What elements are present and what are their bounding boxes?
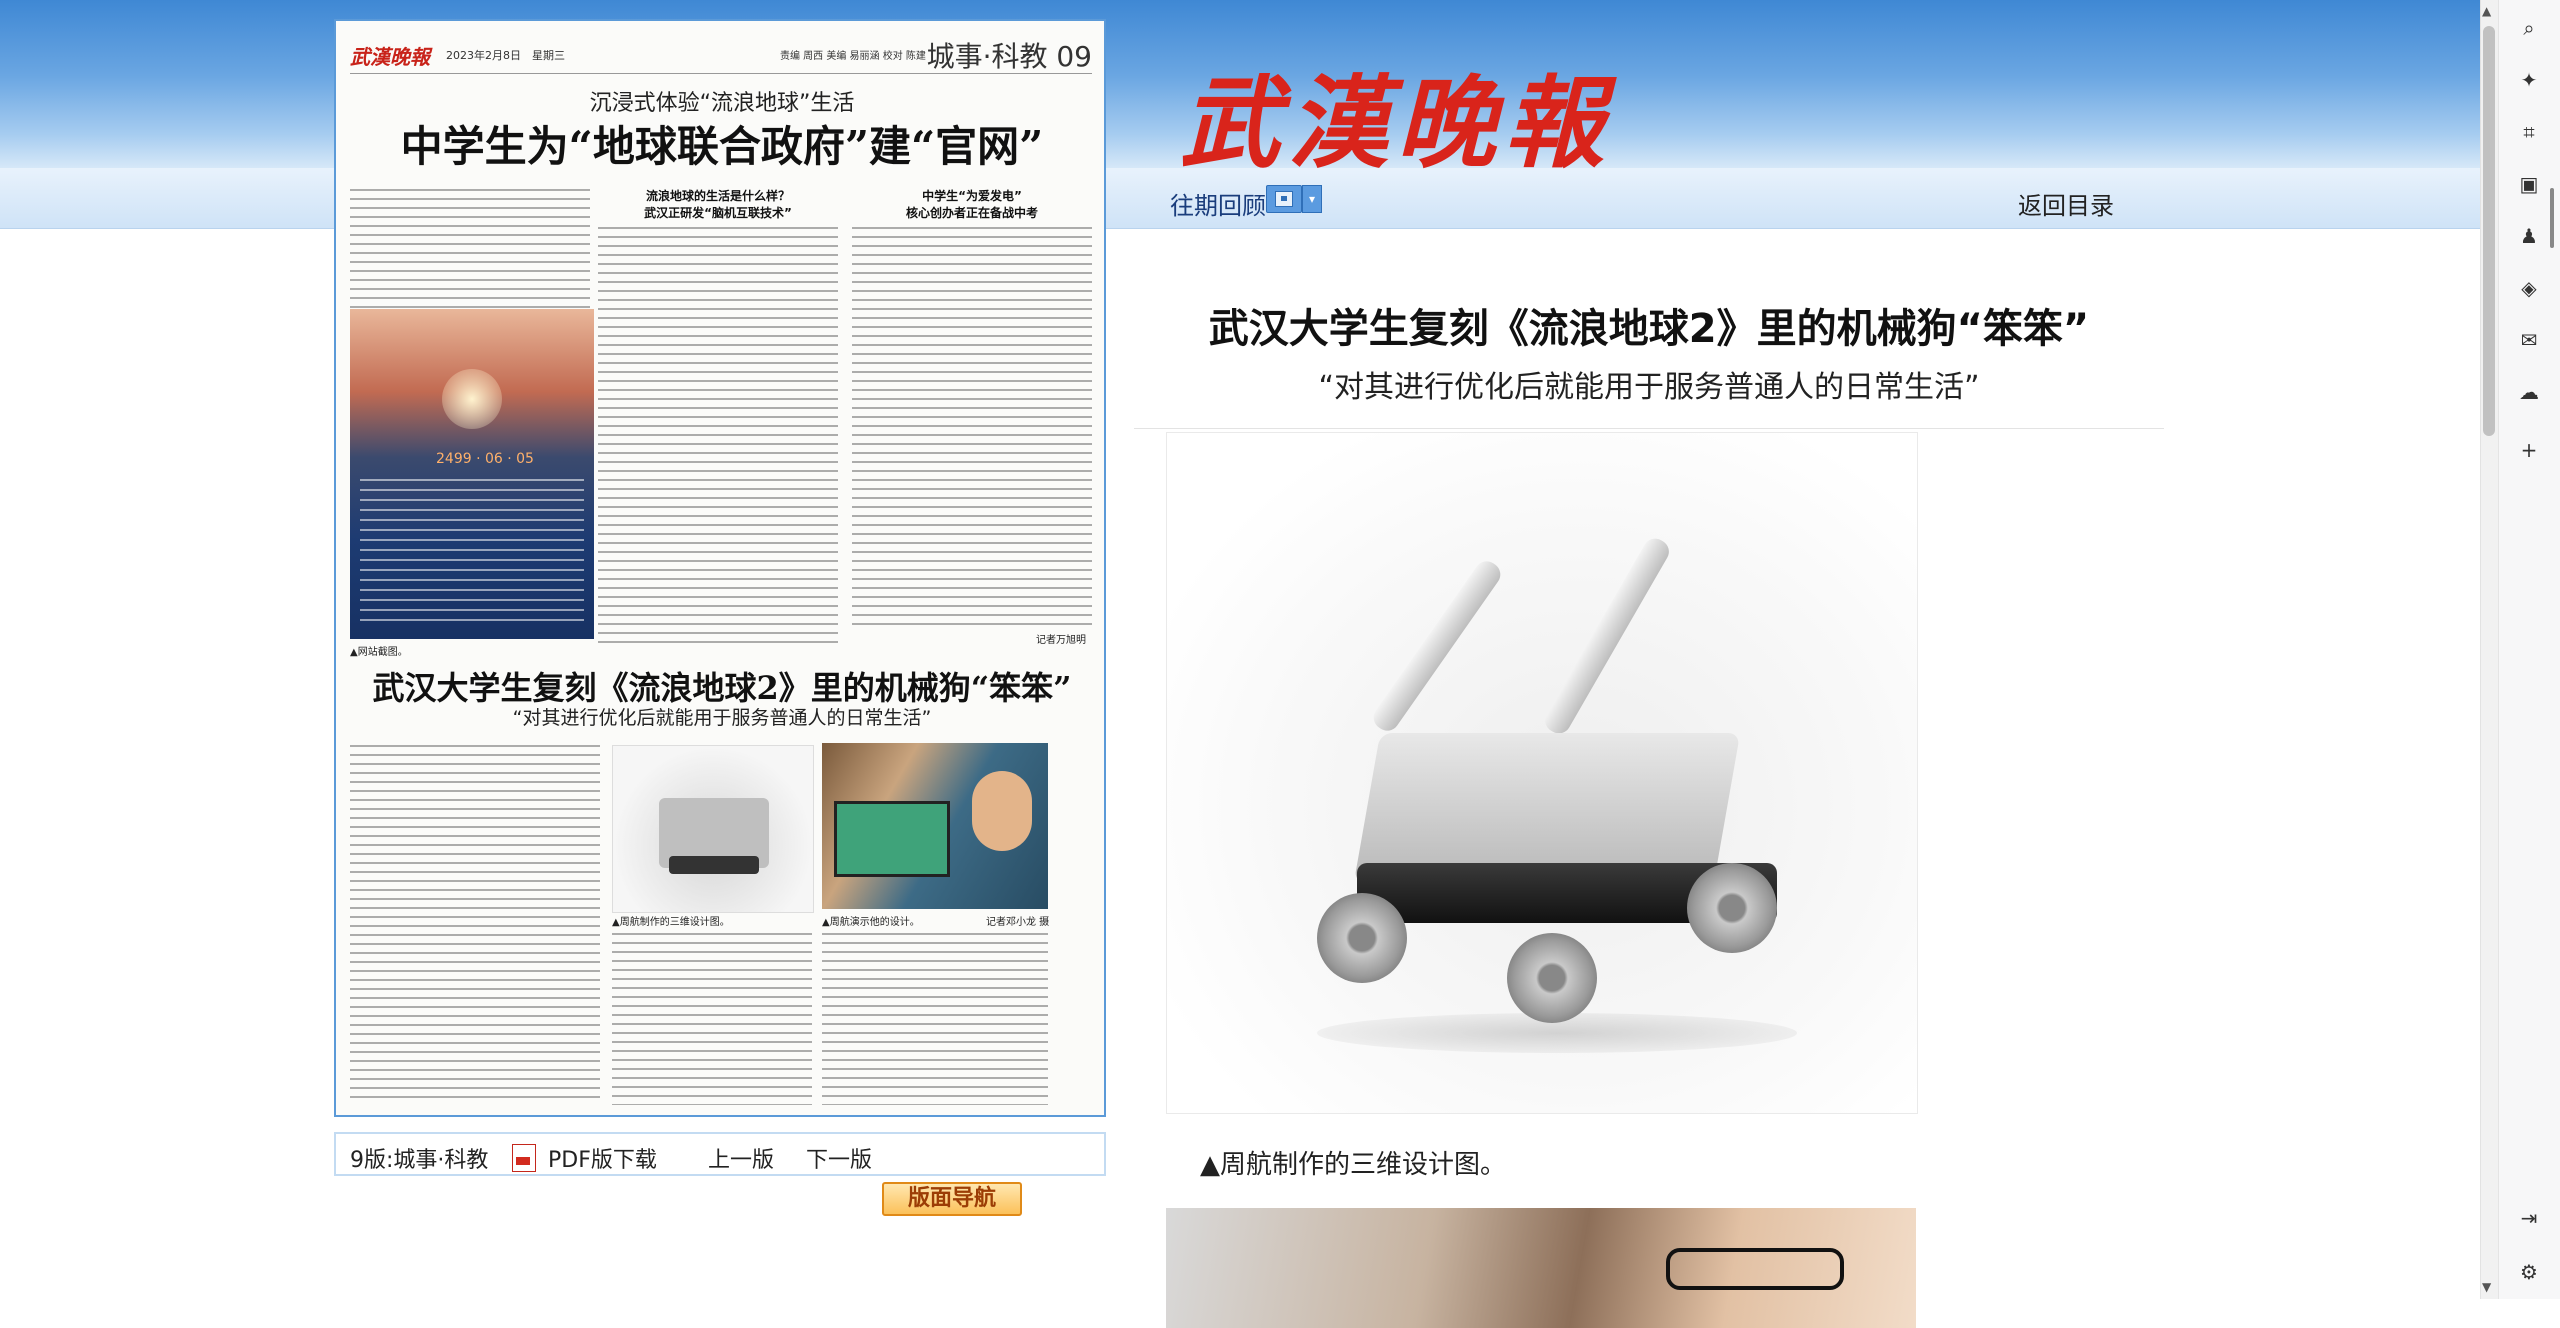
person-shape bbox=[972, 771, 1032, 851]
story2-caption-design: ▲周航制作的三维设计图。 bbox=[612, 917, 730, 928]
robot-wheel bbox=[1687, 863, 1777, 953]
article-divider bbox=[1134, 428, 2164, 429]
briefcase-icon[interactable]: ▣ bbox=[2515, 170, 2543, 198]
story1-byline: 记者万旭明 bbox=[1036, 635, 1086, 646]
robot-arm-left bbox=[1368, 556, 1506, 736]
cloud-icon[interactable]: ☁ bbox=[2515, 378, 2543, 406]
shapes-icon[interactable]: ◈ bbox=[2515, 274, 2543, 302]
article-title: 武汉大学生复刻《流浪地球2》里的机械狗“笨笨” bbox=[1208, 306, 2090, 352]
story1-col3-head: 中学生“为爱发电” 核心创办者正在备战中考 bbox=[905, 189, 1038, 220]
add-icon[interactable]: + bbox=[2515, 436, 2543, 464]
newspaper-page[interactable]: 武漢晚報 2023年2月8日 星期三 责编 周西 美编 易丽涵 校对 陈建 城事… bbox=[334, 19, 1106, 1117]
story1-caption: ▲网站截图。 bbox=[350, 647, 408, 658]
sidebar-icon[interactable]: ⇥ bbox=[2515, 1204, 2543, 1232]
page-section: 城事·科教 09 bbox=[926, 40, 1092, 73]
current-page-label: 9版:城事·科教 bbox=[350, 1148, 489, 1173]
story2-design-photo[interactable] bbox=[612, 745, 814, 913]
story2-col2-text bbox=[612, 933, 812, 1105]
scrollbar-thumb[interactable] bbox=[2483, 26, 2495, 436]
article-caption-1: ▲周航制作的三维设计图。 bbox=[1200, 1150, 1506, 1180]
chess-piece-icon[interactable]: ♟ bbox=[2515, 222, 2543, 250]
story2-demo-photo[interactable] bbox=[822, 743, 1048, 909]
photo-text-lines bbox=[360, 479, 584, 629]
robot-body bbox=[1353, 733, 1741, 883]
article-image-demo bbox=[1166, 1208, 1916, 1328]
scroll-down-arrow-icon[interactable]: ▼ bbox=[2482, 1280, 2491, 1294]
search-icon[interactable]: ⌕ bbox=[2515, 14, 2543, 42]
story1-photo[interactable]: 2499 · 06 · 05 bbox=[350, 309, 594, 639]
article-subtitle: “对其进行优化后就能用于服务普通人的日常生活” bbox=[1318, 370, 1980, 405]
next-page-link[interactable]: 下一版 bbox=[806, 1142, 872, 1174]
tag-icon[interactable]: ⌗ bbox=[2515, 118, 2543, 146]
story1-lead-text bbox=[350, 189, 590, 319]
prev-page-link[interactable]: 上一版 bbox=[708, 1142, 774, 1174]
story1-col2-text bbox=[598, 227, 838, 647]
sparkle-icon[interactable]: ✦ bbox=[2515, 66, 2543, 94]
masthead-logo: 武漢晚報 bbox=[1180, 64, 1612, 182]
story2-subtitle: “对其进行优化后就能用于服务普通人的日常生活” bbox=[512, 707, 932, 729]
past-issues-link[interactable]: 往期回顾 bbox=[1170, 186, 1266, 221]
outlook-icon[interactable]: ✉ bbox=[2515, 326, 2543, 354]
robot-chassis-shape bbox=[669, 856, 759, 874]
page-nav-bar: 9版:城事·科教 PDF版下载 上一版 下一版 bbox=[334, 1132, 1106, 1176]
robot-arm-right bbox=[1540, 534, 1674, 738]
robot-wheel bbox=[1317, 893, 1407, 983]
page-header: 武漢晚報 2023年2月8日 星期三 责编 周西 美编 易丽涵 校对 陈建 城事… bbox=[350, 35, 1092, 74]
story1-col2-head: 流浪地球的生活是什么样？ 武汉正研发“脑机互联技术” bbox=[644, 189, 792, 220]
page-editors: 责编 周西 美编 易丽涵 校对 陈建 bbox=[780, 51, 926, 62]
article-image-design bbox=[1166, 432, 1918, 1114]
calendar-icon[interactable] bbox=[1266, 185, 1302, 213]
layout-nav-button[interactable]: 版面导航 bbox=[882, 1182, 1022, 1216]
story2-photo-credit: 记者邓小龙 摄 bbox=[986, 917, 1050, 928]
pdf-download-link[interactable]: PDF版下载 bbox=[548, 1142, 657, 1174]
story2-col1-text bbox=[350, 745, 600, 1105]
page-date: 2023年2月8日 星期三 bbox=[446, 49, 565, 62]
robot-wheel bbox=[1507, 933, 1597, 1023]
story1-col3-text bbox=[852, 227, 1092, 627]
pdf-icon[interactable] bbox=[512, 1144, 536, 1172]
monitor-shape bbox=[834, 801, 950, 877]
settings-icon[interactable]: ⚙ bbox=[2515, 1258, 2543, 1286]
scroll-up-arrow-icon[interactable]: ▲ bbox=[2482, 4, 2491, 18]
sidebar-resize-handle[interactable] bbox=[2550, 188, 2554, 248]
back-to-index-link[interactable]: 返回目录 bbox=[2018, 186, 2114, 221]
story2-caption-demo: ▲周航演示他的设计。 bbox=[822, 917, 920, 928]
glasses-shape bbox=[1666, 1248, 1844, 1290]
photo-glow bbox=[442, 369, 502, 429]
page-logo: 武漢晚報 bbox=[350, 45, 430, 69]
story2-col3-text bbox=[822, 933, 1048, 1105]
cover-date: 2499 · 06 · 05 bbox=[436, 451, 534, 467]
chevron-down-icon[interactable]: ▾ bbox=[1302, 185, 1322, 213]
story1-headline[interactable]: 中学生为“地球联合政府”建“官网” bbox=[336, 113, 1104, 174]
